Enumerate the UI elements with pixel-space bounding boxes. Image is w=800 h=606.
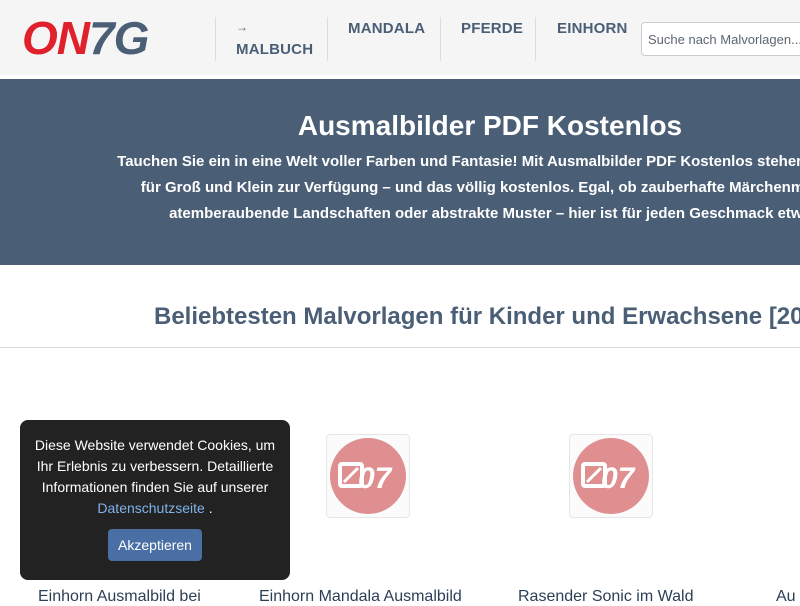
hero-line: Tauchen Sie ein in eine Welt voller Farb… [117, 153, 800, 170]
arrow-right-icon: → [236, 20, 248, 34]
on7g-placeholder-icon: 07 [573, 438, 649, 514]
hero-title: Ausmalbilder PDF Kostenlos [297, 110, 683, 141]
site-header: ON7G → MALBUCH MANDALA PFERDE EINHORN [0, 0, 800, 75]
nav-divider [440, 17, 441, 61]
card-thumbnail[interactable]: 07 [326, 434, 410, 518]
accept-cookies-button[interactable]: Akzeptieren [108, 529, 202, 561]
hero-banner: Ausmalbilder PDF Kostenlos Tauchen Sie e… [0, 79, 800, 265]
nav-item-mandala[interactable]: MANDALA [348, 20, 425, 37]
svg-text:ON7G: ON7G [22, 16, 149, 60]
hero-line: atemberaubende Landschaften oder abstrak… [169, 205, 800, 222]
section-divider [0, 347, 800, 348]
svg-text:07: 07 [358, 462, 393, 495]
hero-description: Tauchen Sie ein in eine Welt voller Farb… [0, 149, 800, 227]
cookie-message: Diese Website verwendet Cookies, um Ihr … [32, 435, 278, 519]
section-title: Beliebtesten Malvorlagen für Kinder und … [154, 303, 800, 330]
svg-text:07: 07 [601, 462, 636, 495]
card-title[interactable]: Einhorn Ausmalbild bei [38, 588, 201, 606]
privacy-policy-link[interactable]: Datenschutzseite [97, 500, 204, 516]
cookie-text: Diese Website verwendet Cookies, um Ihr … [34, 437, 276, 495]
cookie-suffix: . [204, 500, 213, 516]
nav-divider [327, 17, 328, 61]
cookie-banner: Diese Website verwendet Cookies, um Ihr … [20, 420, 290, 580]
on7g-placeholder-icon: 07 [330, 438, 406, 514]
on7g-logo[interactable]: ON7G [22, 16, 206, 60]
nav-item-einhorn[interactable]: EINHORN [557, 20, 628, 37]
nav-divider [535, 17, 536, 61]
card-title[interactable]: Rasender Sonic im Wald [518, 588, 693, 606]
search-input[interactable] [641, 22, 800, 56]
card-title[interactable]: Au [776, 588, 796, 606]
hero-line: für Groß und Klein zur Verfügung – und d… [140, 179, 800, 196]
card-thumbnail[interactable]: 07 [569, 434, 653, 518]
nav-item-pferde[interactable]: PFERDE [461, 20, 523, 37]
nav-item-malbuch[interactable]: MALBUCH [236, 41, 313, 58]
card-title[interactable]: Einhorn Mandala Ausmalbild [259, 588, 462, 606]
nav-divider [215, 17, 216, 61]
